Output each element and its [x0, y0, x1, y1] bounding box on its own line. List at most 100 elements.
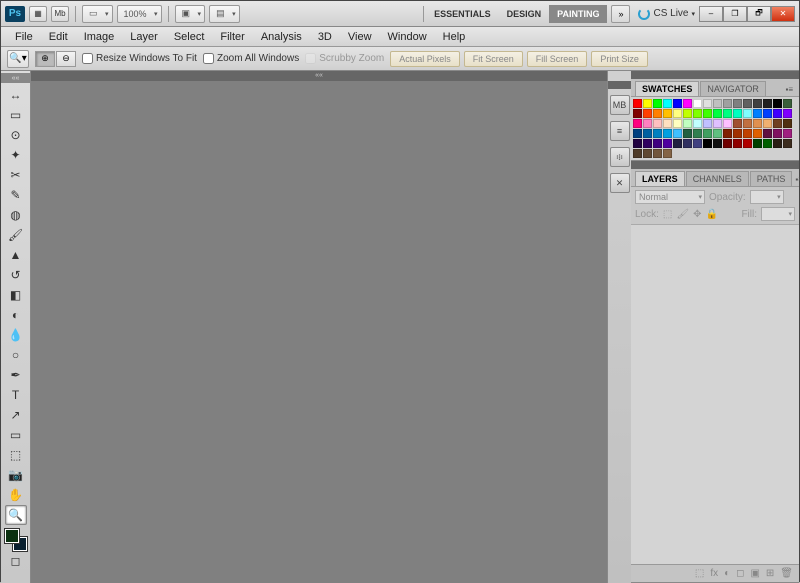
swatch[interactable] [633, 149, 642, 158]
swatch[interactable] [743, 109, 752, 118]
eyedropper-tool[interactable]: ✎ [5, 185, 27, 205]
brushes-icon[interactable]: ≡ [610, 121, 630, 141]
color-swatch-pair[interactable] [5, 529, 27, 551]
cs-live-button[interactable]: CS Live ▾ [638, 8, 695, 20]
dodge-tool[interactable]: ○ [5, 345, 27, 365]
lasso-tool[interactable]: ⊙ [5, 125, 27, 145]
swatch[interactable] [633, 109, 642, 118]
menu-edit[interactable]: Edit [41, 28, 76, 46]
swatch[interactable] [663, 99, 672, 108]
swatch[interactable] [683, 99, 692, 108]
swatch[interactable] [693, 139, 702, 148]
swatch[interactable] [663, 119, 672, 128]
swatch[interactable] [683, 129, 692, 138]
swatch[interactable] [693, 99, 702, 108]
swatch[interactable] [743, 99, 752, 108]
lock-all-icon[interactable]: 🔒 [705, 209, 717, 220]
panel-drag-handle[interactable] [631, 161, 799, 169]
zoom-tool[interactable]: 🔍 [5, 505, 27, 525]
swatch[interactable] [763, 109, 772, 118]
pen-tool[interactable]: ✒ [5, 365, 27, 385]
mini-bridge-icon[interactable]: MB [610, 95, 630, 115]
swatch[interactable] [703, 129, 712, 138]
swatch[interactable] [703, 119, 712, 128]
swatch[interactable] [783, 119, 792, 128]
toolbox-collapse-handle[interactable]: «« [1, 73, 30, 83]
swatch[interactable] [693, 129, 702, 138]
swatch[interactable] [693, 119, 702, 128]
swatch[interactable] [713, 99, 722, 108]
swatch[interactable] [633, 139, 642, 148]
menu-view[interactable]: View [340, 28, 380, 46]
eraser-tool[interactable]: ◧ [5, 285, 27, 305]
menu-filter[interactable]: Filter [212, 28, 252, 46]
layers-foot-btn-2[interactable]: ◐ [724, 568, 730, 579]
swatch[interactable] [653, 139, 662, 148]
swatch[interactable] [723, 109, 732, 118]
swatch[interactable] [643, 119, 652, 128]
workspace-essentials[interactable]: ESSENTIALS [426, 5, 499, 23]
swatch[interactable] [723, 119, 732, 128]
swatch[interactable] [643, 149, 652, 158]
lock-transparent-icon[interactable]: ⬚ [663, 209, 672, 220]
swatch[interactable] [743, 119, 752, 128]
swatch[interactable] [673, 129, 682, 138]
canvas-handle[interactable]: «« [31, 71, 607, 81]
swatch[interactable] [763, 139, 772, 148]
swatch[interactable] [713, 129, 722, 138]
layers-foot-btn-3[interactable]: ◻ [736, 568, 744, 579]
screen-mode-dropdown[interactable]: ▭ [82, 5, 113, 23]
swatch[interactable] [643, 129, 652, 138]
swatch[interactable] [733, 99, 742, 108]
swatch[interactable] [733, 109, 742, 118]
swatch[interactable] [753, 139, 762, 148]
menu-help[interactable]: Help [435, 28, 474, 46]
tab-channels[interactable]: CHANNELS [686, 171, 749, 186]
extras-dropdown[interactable]: ▤ [209, 5, 240, 23]
swatch[interactable] [693, 109, 702, 118]
stamp-tool[interactable]: ▲ [5, 245, 27, 265]
swatch[interactable] [783, 139, 792, 148]
zoom-dropdown[interactable]: 100% [117, 5, 162, 23]
swatch[interactable] [673, 119, 682, 128]
lock-position-icon[interactable]: ✥ [693, 209, 701, 220]
panel-drag-handle[interactable] [631, 71, 799, 79]
swatch[interactable] [753, 119, 762, 128]
swatch[interactable] [663, 149, 672, 158]
workspace-painting[interactable]: PAINTING [549, 5, 607, 23]
option-print-size[interactable]: Print Size [591, 51, 648, 67]
tab-paths[interactable]: PATHS [750, 171, 793, 186]
resize-windows-checkbox[interactable]: Resize Windows To Fit [82, 53, 197, 64]
swatch[interactable] [743, 139, 752, 148]
menu-window[interactable]: Window [380, 28, 435, 46]
panel-menu-button[interactable]: ▪≡ [793, 173, 800, 186]
workspace-more-button[interactable]: » [611, 5, 630, 23]
swatch[interactable] [723, 139, 732, 148]
swatch[interactable] [673, 109, 682, 118]
tab-layers[interactable]: LAYERS [635, 171, 685, 186]
maximize-button[interactable]: ❐ [723, 6, 747, 22]
swatch[interactable] [653, 99, 662, 108]
swatch[interactable] [633, 119, 642, 128]
zoom-in-mode[interactable]: ⊕ [35, 51, 55, 67]
quickmask-button[interactable]: ◻ [5, 551, 27, 571]
swatch[interactable] [773, 139, 782, 148]
swatch[interactable] [723, 129, 732, 138]
swatch[interactable] [773, 99, 782, 108]
swatch[interactable] [653, 109, 662, 118]
tab-swatches[interactable]: SWATCHES [635, 81, 699, 96]
brush-tool[interactable]: 🖌 [5, 225, 27, 245]
swatch[interactable] [643, 109, 652, 118]
menu-file[interactable]: File [7, 28, 41, 46]
swatch[interactable] [633, 99, 642, 108]
dock-handle[interactable] [608, 81, 631, 89]
heal-tool[interactable]: ◍ [5, 205, 27, 225]
swatch[interactable] [783, 129, 792, 138]
swatch[interactable] [683, 109, 692, 118]
swatch[interactable] [703, 99, 712, 108]
arrange-dropdown[interactable]: ▣ [175, 5, 206, 23]
swatch[interactable] [683, 119, 692, 128]
swatch[interactable] [713, 119, 722, 128]
swatch[interactable] [663, 129, 672, 138]
option-actual-pixels[interactable]: Actual Pixels [390, 51, 460, 67]
